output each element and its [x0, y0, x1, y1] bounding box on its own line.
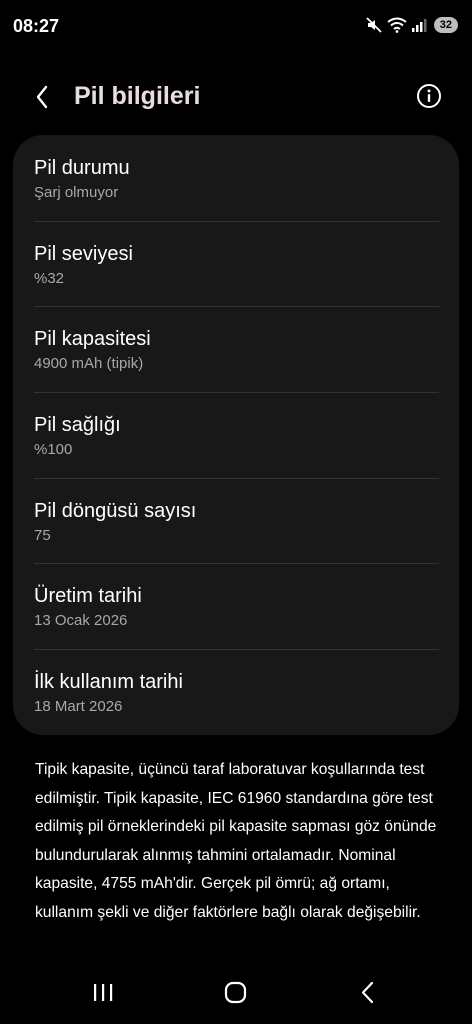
- back-icon: [361, 981, 374, 1004]
- row-value: %100: [34, 441, 73, 459]
- capacity-footnote: Tipik kapasite, üçüncü taraf laboratuvar…: [35, 761, 437, 921]
- back-button[interactable]: [27, 81, 59, 113]
- row-title: Pil durumu: [34, 157, 130, 179]
- row-title: Üretim tarihi: [34, 585, 142, 608]
- row-first-use-date[interactable]: İlk kullanım tarihi 18 Mart 2026: [13, 649, 459, 735]
- row-value: 18 Mart 2026: [34, 698, 123, 716]
- row-battery-level[interactable]: Pil seviyesi %32: [13, 220, 459, 307]
- wifi-icon: [387, 17, 407, 33]
- row-value: %32: [34, 269, 65, 287]
- signal-icon: [411, 18, 427, 32]
- row-title: İlk kullanım tarihi: [34, 671, 183, 694]
- row-cycle-count[interactable]: Pil döngüsü sayısı 75: [13, 477, 459, 564]
- status-time: 08:27: [13, 16, 60, 36]
- row-title: Pil kapasitesi: [34, 328, 151, 351]
- status-bar: 08:27 32: [0, 0, 472, 54]
- recent-apps-button[interactable]: [88, 978, 118, 1008]
- nav-back-button[interactable]: [353, 978, 383, 1008]
- page-title: Pil bilgileri: [74, 82, 201, 110]
- mute-icon: [365, 16, 383, 34]
- row-value: 75: [34, 526, 51, 544]
- chevron-left-icon: [36, 85, 48, 109]
- row-battery-status[interactable]: Pil durumu Şarj olmuyor: [13, 135, 459, 221]
- row-title: Pil döngüsü sayısı: [34, 499, 197, 522]
- app-bar: Pil bilgileri: [0, 70, 472, 124]
- battery-icon: 32: [433, 17, 458, 33]
- row-battery-capacity[interactable]: Pil kapasitesi 4900 mAh (tipik): [13, 306, 459, 392]
- status-icons: 32: [365, 16, 458, 34]
- info-icon: [417, 84, 441, 108]
- info-button[interactable]: [416, 83, 442, 109]
- row-manufacture-date[interactable]: Üretim tarihi 13 Ocak 2026: [13, 563, 459, 649]
- navigation-bar: [0, 970, 472, 1016]
- row-battery-health[interactable]: Pil sağlığı %100: [13, 392, 459, 478]
- row-value: 13 Ocak 2026: [34, 612, 128, 630]
- recent-apps-icon: [94, 984, 113, 1001]
- row-title: Pil seviyesi: [34, 242, 133, 265]
- battery-info-card: Pil durumu Şarj olmuyor Pil seviyesi %32…: [13, 135, 459, 735]
- home-icon: [224, 981, 247, 1004]
- row-value: Şarj olmuyor: [34, 184, 119, 201]
- row-value: 4900 mAh (tipik): [34, 355, 144, 373]
- home-button[interactable]: [221, 978, 251, 1008]
- row-title: Pil sağlığı: [34, 414, 121, 437]
